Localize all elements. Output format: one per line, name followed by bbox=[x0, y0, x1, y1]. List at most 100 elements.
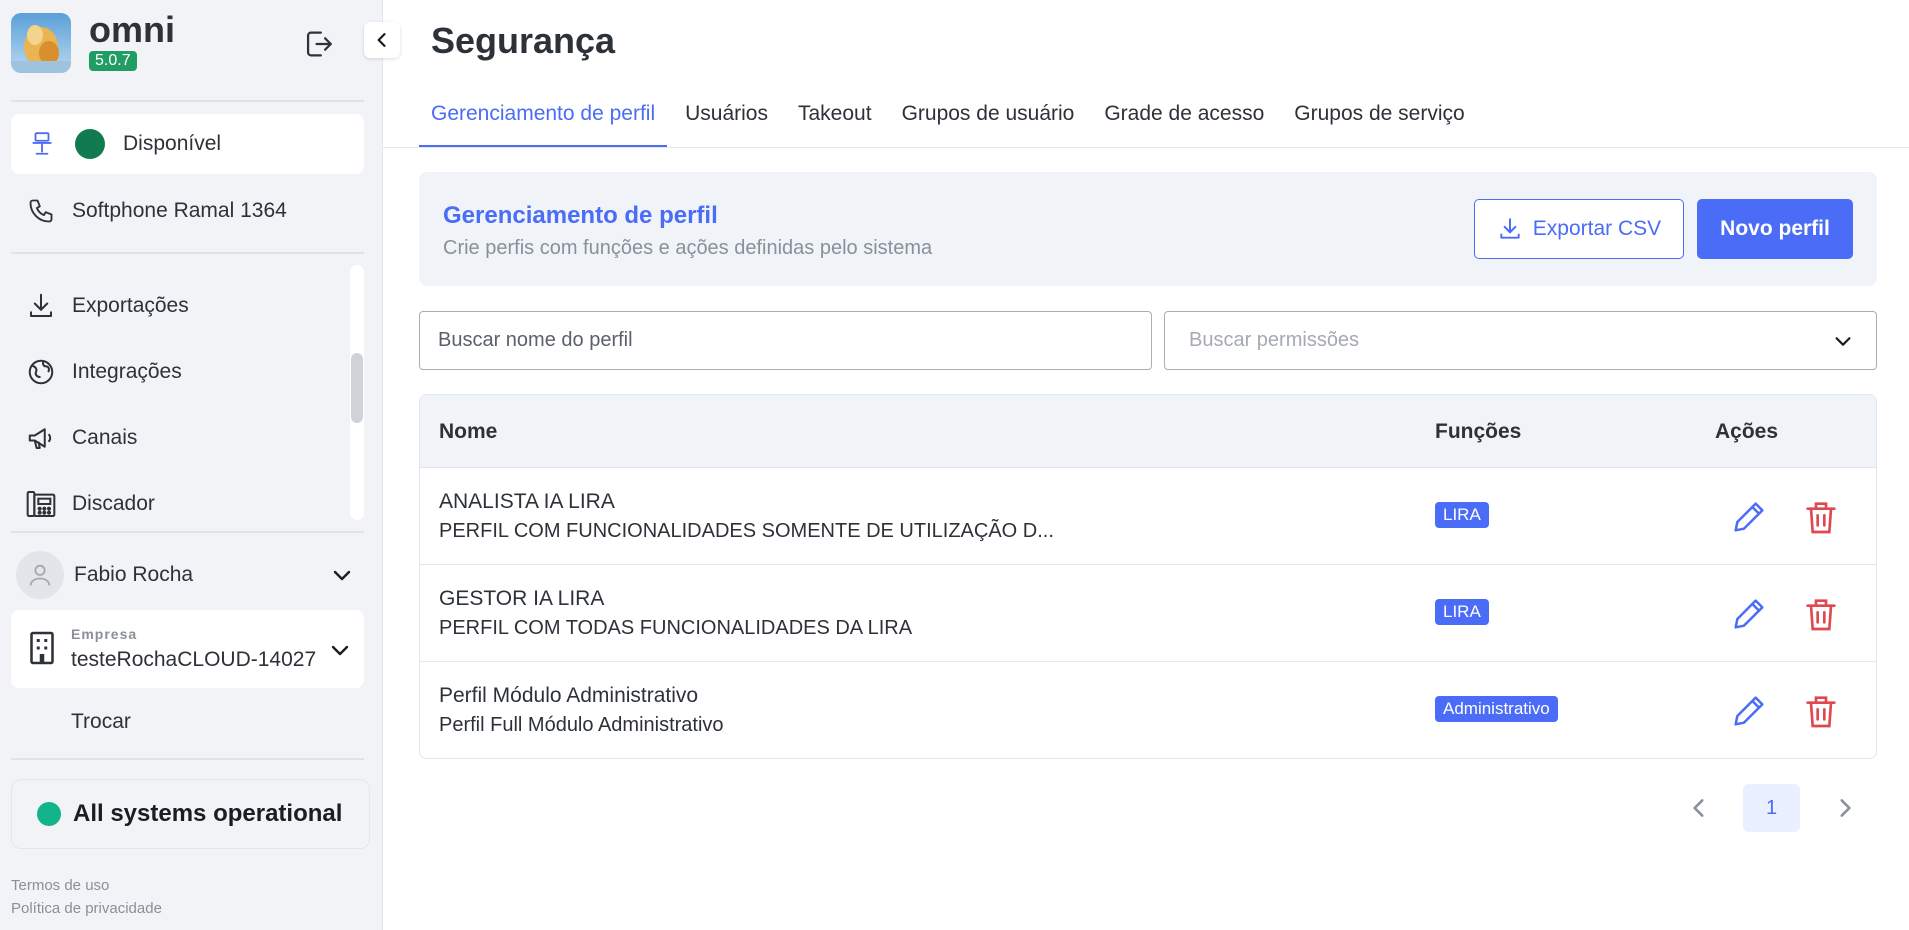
profile-description: PERFIL COM TODAS FUNCIONALIDADES DA LIRA bbox=[439, 617, 913, 639]
page-title: Segurança bbox=[431, 20, 616, 61]
sidebar: omni 5.0.7 Disponível Softphone Ramal 13… bbox=[0, 0, 383, 930]
pagination-next-button[interactable] bbox=[1828, 784, 1862, 832]
chevron-left-icon bbox=[1693, 799, 1704, 817]
pencil-icon bbox=[1734, 502, 1764, 532]
permissions-placeholder: Buscar permissões bbox=[1189, 329, 1360, 351]
sidebar-item-exports[interactable]: Exportações bbox=[24, 289, 189, 323]
pencil-icon bbox=[1734, 696, 1764, 726]
tabs-divider bbox=[383, 147, 1909, 148]
profile-name: GESTOR IA LIRA bbox=[439, 587, 605, 610]
privacy-link[interactable]: Política de privacidade bbox=[11, 900, 162, 917]
sidebar-item-dialer[interactable]: Discador bbox=[24, 487, 155, 521]
table-row[interactable]: ANALISTA IA LIRA PERFIL COM FUNCIONALIDA… bbox=[420, 468, 1876, 565]
new-profile-button[interactable]: Novo perfil bbox=[1697, 199, 1853, 259]
agent-status-selector[interactable]: Disponível bbox=[11, 114, 364, 174]
trash-icon bbox=[1806, 502, 1836, 534]
pagination-page-1[interactable]: 1 bbox=[1743, 784, 1800, 832]
function-badge: Administrativo bbox=[1435, 696, 1558, 722]
section-header: Gerenciamento de perfil Crie perfis com … bbox=[419, 172, 1877, 286]
company-name: testeRochaCLOUD-14027 bbox=[71, 648, 317, 671]
user-icon bbox=[29, 564, 51, 586]
logout-button[interactable] bbox=[301, 27, 335, 61]
profiles-table: Nome Funções Ações ANALISTA IA LIRA PERF… bbox=[419, 394, 1877, 759]
section-title: Gerenciamento de perfil bbox=[443, 202, 718, 229]
company-label: Empresa bbox=[71, 626, 138, 642]
fax-icon bbox=[24, 487, 58, 521]
softphone-label: Softphone Ramal 1364 bbox=[72, 199, 287, 222]
edit-button[interactable] bbox=[1729, 497, 1769, 537]
building-icon bbox=[27, 630, 57, 671]
tab-user-groups[interactable]: Grupos de usuário bbox=[890, 98, 1087, 148]
tab-service-groups[interactable]: Grupos de serviço bbox=[1282, 98, 1476, 148]
tab-access-grid[interactable]: Grade de acesso bbox=[1092, 98, 1276, 148]
table-header: Nome Funções Ações bbox=[420, 395, 1876, 468]
user-menu[interactable]: Fabio Rocha bbox=[16, 551, 364, 599]
download-icon bbox=[24, 289, 58, 323]
chevron-down-icon bbox=[328, 638, 352, 667]
phone-icon bbox=[24, 194, 58, 228]
sidebar-item-label: Exportações bbox=[72, 294, 189, 317]
profile-description: Perfil Full Módulo Administrativo bbox=[439, 714, 724, 736]
function-badge: LIRA bbox=[1435, 599, 1489, 625]
brand-logo bbox=[11, 13, 71, 73]
delete-button[interactable] bbox=[1801, 691, 1841, 731]
function-badge: LIRA bbox=[1435, 502, 1489, 528]
permissions-search-select[interactable]: Buscar permissões bbox=[1164, 311, 1877, 370]
switch-company-link[interactable]: Trocar bbox=[71, 710, 131, 734]
sidebar-item-channels[interactable]: Canais bbox=[24, 421, 137, 455]
download-icon bbox=[1500, 218, 1520, 239]
column-header-name[interactable]: Nome bbox=[439, 420, 497, 444]
delete-button[interactable] bbox=[1801, 497, 1841, 537]
sidebar-item-integrations[interactable]: Integrações bbox=[24, 355, 182, 389]
profile-name-search-input[interactable]: Buscar nome do perfil bbox=[419, 311, 1152, 370]
system-status-card[interactable]: All systems operational bbox=[11, 779, 370, 849]
edit-button[interactable] bbox=[1729, 691, 1769, 731]
pencil-icon bbox=[1734, 599, 1764, 629]
status-label: Disponível bbox=[123, 132, 222, 155]
system-status-dot bbox=[37, 802, 61, 826]
chevron-left-icon bbox=[377, 33, 386, 47]
company-selector[interactable]: Empresa testeRochaCLOUD-14027 bbox=[11, 610, 364, 688]
chevron-right-icon bbox=[1840, 799, 1851, 817]
delete-button[interactable] bbox=[1801, 594, 1841, 634]
profile-name: ANALISTA IA LIRA bbox=[439, 490, 615, 513]
sidebar-item-label: Canais bbox=[72, 426, 138, 449]
divider bbox=[11, 100, 364, 102]
table-row[interactable]: Perfil Módulo Administrativo Perfil Full… bbox=[420, 662, 1876, 758]
system-status-text: All systems operational bbox=[73, 800, 343, 827]
sidebar-scroll-thumb[interactable] bbox=[351, 353, 363, 423]
pagination-prev-button[interactable] bbox=[1682, 784, 1716, 832]
table-row[interactable]: GESTOR IA LIRA PERFIL COM TODAS FUNCIONA… bbox=[420, 565, 1876, 662]
profile-name: Perfil Módulo Administrativo bbox=[439, 684, 699, 707]
divider bbox=[11, 252, 364, 254]
tab-takeout[interactable]: Takeout bbox=[786, 98, 884, 148]
tab-users[interactable]: Usuários bbox=[673, 98, 780, 148]
tab-profile-management[interactable]: Gerenciamento de perfil bbox=[419, 98, 668, 148]
profile-description: PERFIL COM FUNCIONALIDADES SOMENTE DE UT… bbox=[439, 520, 1054, 542]
avatar bbox=[16, 551, 64, 599]
column-header-actions: Ações bbox=[1715, 420, 1779, 443]
user-name: Fabio Rocha bbox=[74, 563, 194, 586]
tab-bar: Gerenciamento de perfil Usuários Takeout… bbox=[419, 98, 1483, 148]
status-dot bbox=[75, 129, 105, 159]
search-placeholder: Buscar nome do perfil bbox=[438, 329, 633, 351]
export-csv-label: Exportar CSV bbox=[1532, 217, 1662, 240]
edit-button[interactable] bbox=[1729, 594, 1769, 634]
agent-desk-icon bbox=[27, 131, 57, 157]
megaphone-icon bbox=[24, 421, 58, 455]
export-csv-button[interactable]: Exportar CSV bbox=[1474, 199, 1684, 259]
version-badge: 5.0.7 bbox=[89, 51, 137, 71]
terms-link[interactable]: Termos de uso bbox=[11, 877, 109, 894]
globe-icon bbox=[24, 355, 58, 389]
sidebar-item-softphone[interactable]: Softphone Ramal 1364 bbox=[24, 194, 287, 228]
logout-icon bbox=[306, 31, 332, 57]
collapse-sidebar-button[interactable] bbox=[364, 22, 400, 58]
sidebar-item-label: Integrações bbox=[72, 360, 182, 383]
brand-name: omni bbox=[89, 9, 175, 50]
trash-icon bbox=[1806, 599, 1836, 631]
column-header-functions[interactable]: Funções bbox=[1435, 420, 1521, 444]
chevron-down-icon bbox=[330, 563, 354, 592]
divider bbox=[11, 758, 364, 760]
section-subtitle: Crie perfis com funções e ações definida… bbox=[443, 237, 933, 259]
sidebar-item-label: Discador bbox=[72, 492, 155, 515]
